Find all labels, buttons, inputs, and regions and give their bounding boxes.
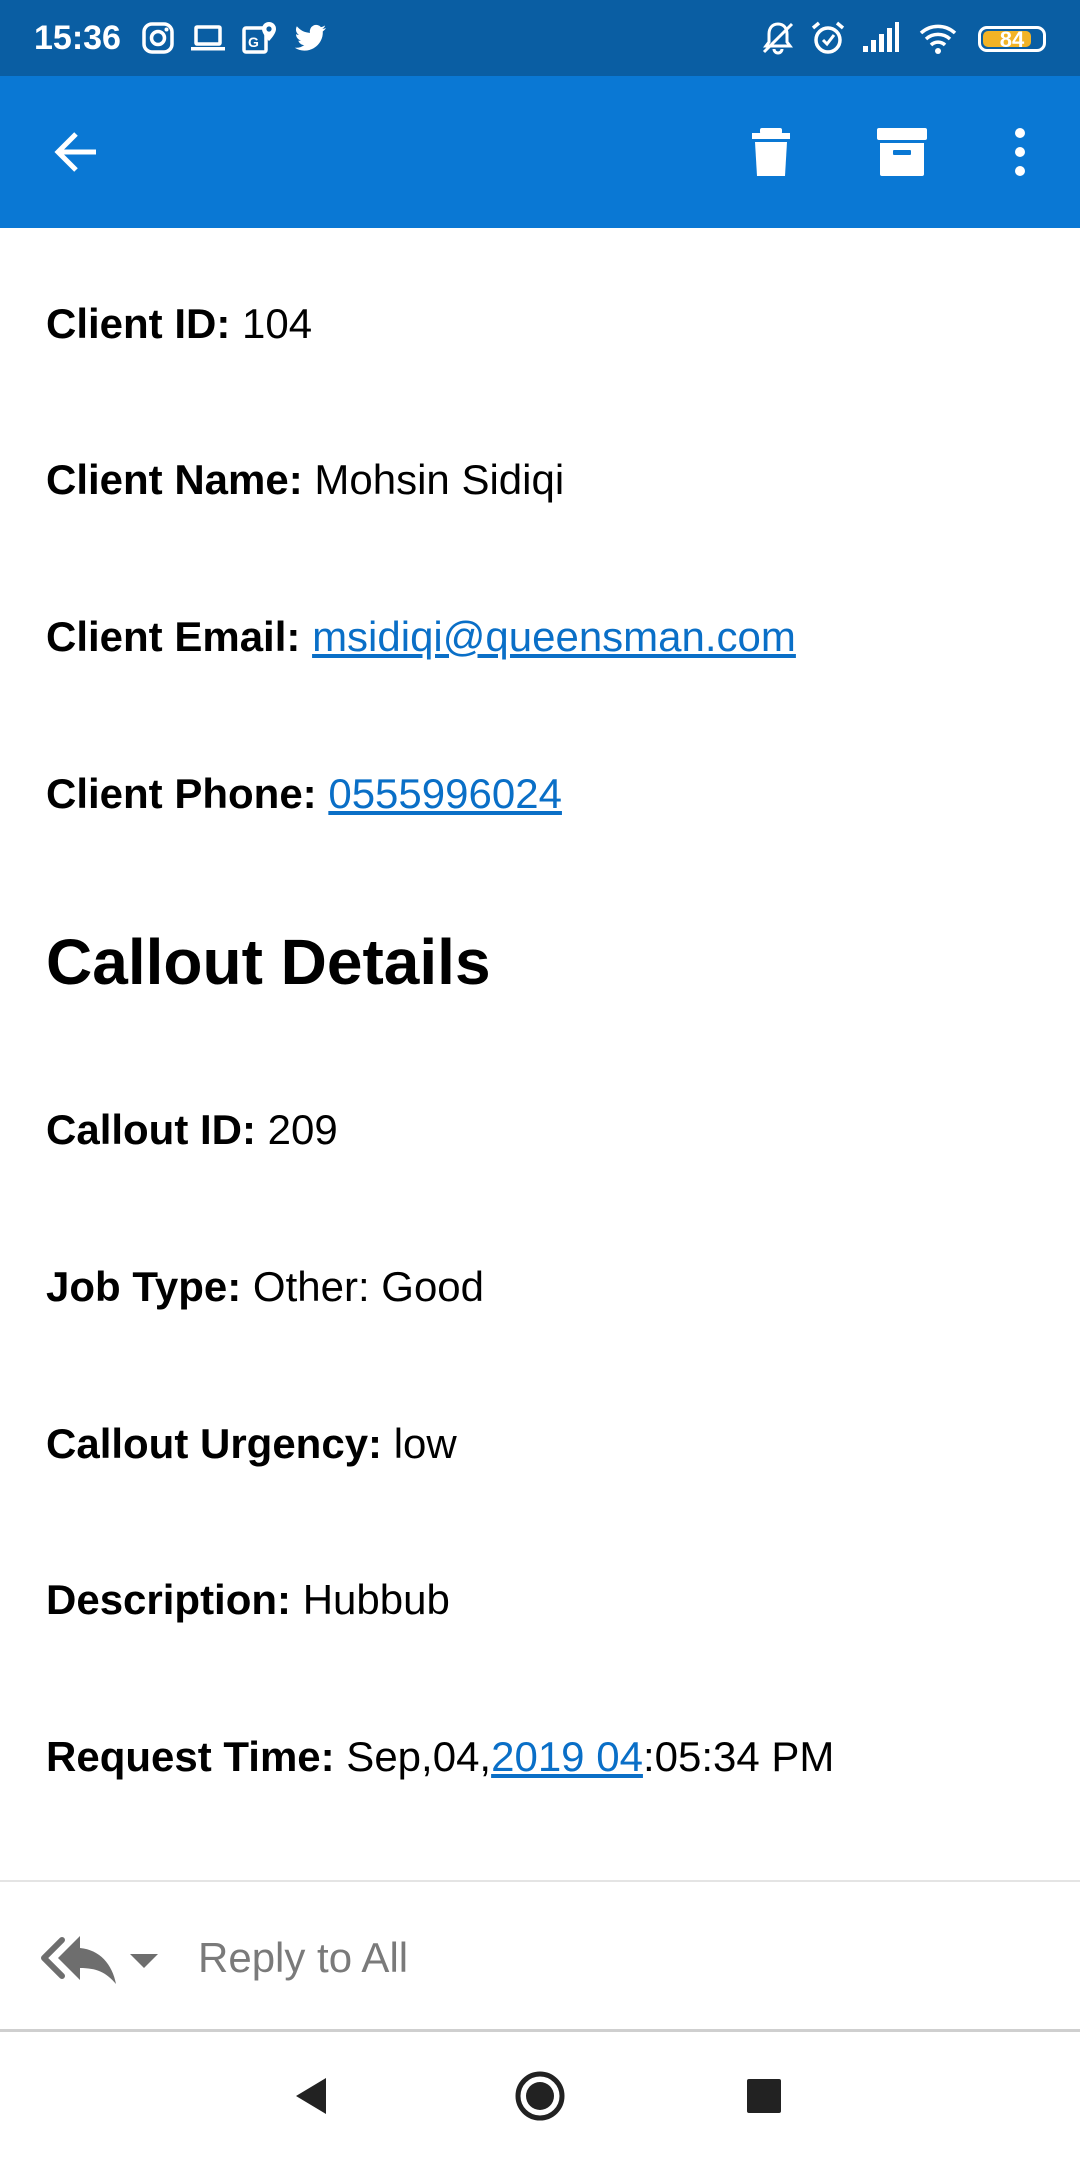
request-time-label: Request Time:	[46, 1733, 335, 1780]
client-id-label: Client ID:	[46, 300, 231, 347]
request-time-suffix: :05:34 PM	[642, 1733, 835, 1780]
signal-icon	[863, 22, 899, 52]
job-type-row: Job Type: Other: Good	[46, 1259, 484, 1315]
battery-level: 84	[999, 27, 1025, 52]
client-email-link[interactable]: msidiqi@queensman.com	[312, 613, 796, 660]
reply-all-button[interactable]: Reply to All	[198, 1930, 408, 1986]
client-phone-row: Client Phone: 0555996024	[46, 766, 562, 822]
job-type-label: Job Type:	[46, 1263, 242, 1310]
back-button[interactable]	[38, 114, 114, 190]
callout-urgency-row: Callout Urgency: low	[46, 1416, 457, 1472]
request-time-prefix: Sep,04,	[334, 1733, 492, 1780]
request-time-link[interactable]: 2019 04	[491, 1733, 643, 1780]
laptop-icon	[191, 25, 225, 51]
nav-recents-icon[interactable]	[734, 2066, 794, 2126]
twitter-icon	[294, 24, 326, 51]
client-phone-label: Client Phone:	[46, 770, 317, 817]
more-options-button[interactable]	[982, 114, 1058, 190]
bell-muted-icon	[762, 22, 794, 55]
archive-button[interactable]	[864, 114, 940, 190]
instagram-icon	[142, 22, 174, 54]
wifi-icon	[919, 24, 957, 54]
more-vertical-icon	[1015, 128, 1025, 176]
client-phone-link[interactable]: 0555996024	[328, 770, 562, 817]
description-row: Description: Hubbub	[46, 1572, 450, 1628]
message-body: Client ID: 104 Client Name: Mohsin Sidiq…	[0, 228, 1080, 1880]
callout-id-label: Callout ID:	[46, 1106, 256, 1153]
callout-urgency-label: Callout Urgency:	[46, 1420, 383, 1467]
delete-icon	[752, 128, 790, 176]
battery-indicator: 84	[978, 26, 1046, 52]
status-time: 15:36	[34, 19, 121, 57]
nav-home-icon[interactable]	[510, 2066, 570, 2126]
status-bar: 15:36 G 84	[0, 0, 1080, 76]
job-type-value: Other: Good	[241, 1263, 485, 1310]
client-id-value: 104	[230, 300, 313, 347]
delete-button[interactable]	[733, 114, 809, 190]
callout-id-row: Callout ID: 209	[46, 1102, 338, 1158]
client-email-row: Client Email: msidiqi@queensman.com	[46, 609, 796, 665]
description-value: Hubbub	[291, 1576, 450, 1623]
chevron-down-icon[interactable]	[124, 1940, 164, 1980]
client-id-row: Client ID: 104	[46, 296, 312, 352]
callout-urgency-value: low	[382, 1420, 457, 1467]
callout-details-heading: Callout Details	[46, 926, 491, 998]
system-nav-bar	[0, 2032, 1080, 2160]
svg-text:G: G	[248, 34, 259, 50]
client-name-value: Mohsin Sidiqi	[302, 456, 565, 503]
app-bar	[0, 76, 1080, 228]
back-arrow-icon	[54, 132, 96, 172]
request-time-row: Request Time: Sep,04,2019 04:05:34 PM	[46, 1729, 834, 1785]
client-email-label: Client Email:	[46, 613, 301, 660]
client-name-row: Client Name: Mohsin Sidiqi	[46, 452, 564, 508]
nav-back-icon[interactable]	[282, 2066, 342, 2126]
client-name-label: Client Name:	[46, 456, 303, 503]
callout-id-value: 209	[255, 1106, 338, 1153]
maps-icon: G	[242, 22, 276, 54]
alarm-icon	[811, 21, 845, 54]
description-label: Description:	[46, 1576, 292, 1623]
reply-bar: Reply to All	[0, 1880, 1080, 2032]
archive-icon	[877, 128, 927, 176]
reply-all-icon[interactable]	[40, 1928, 120, 1988]
